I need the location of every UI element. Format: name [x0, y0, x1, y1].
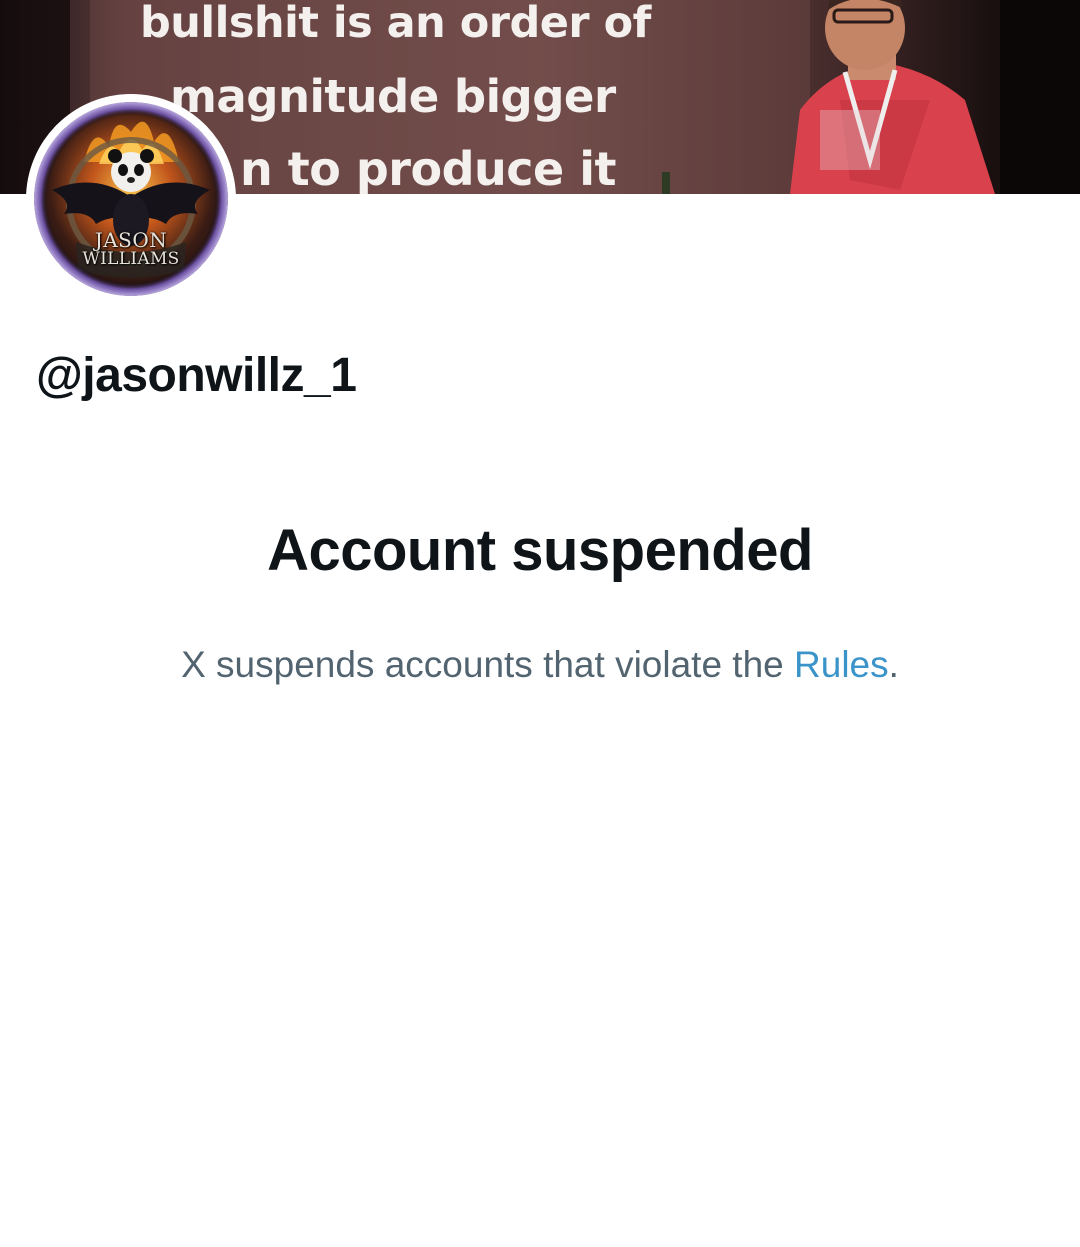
- avatar-name-last: WILLIAMS: [82, 249, 180, 269]
- rules-link[interactable]: Rules: [794, 644, 889, 685]
- avatar-name-first: JASON: [94, 228, 168, 252]
- suspended-description-text: X suspends accounts that violate the: [181, 644, 795, 685]
- slide-line-3: n to produce it: [240, 142, 617, 194]
- profile-avatar[interactable]: JASON WILLIAMS: [26, 94, 236, 304]
- suspended-title: Account suspended: [267, 518, 813, 583]
- slide-line-1: bullshit is an order of: [140, 0, 651, 48]
- suspended-description: X suspends accounts that violate the Rul…: [0, 644, 1080, 686]
- avatar-image: JASON WILLIAMS: [34, 102, 228, 296]
- slide-line-2: magnitude bigger: [170, 70, 616, 123]
- profile-handle: @jasonwillz_1: [36, 349, 357, 402]
- suspended-description-period: .: [888, 644, 899, 685]
